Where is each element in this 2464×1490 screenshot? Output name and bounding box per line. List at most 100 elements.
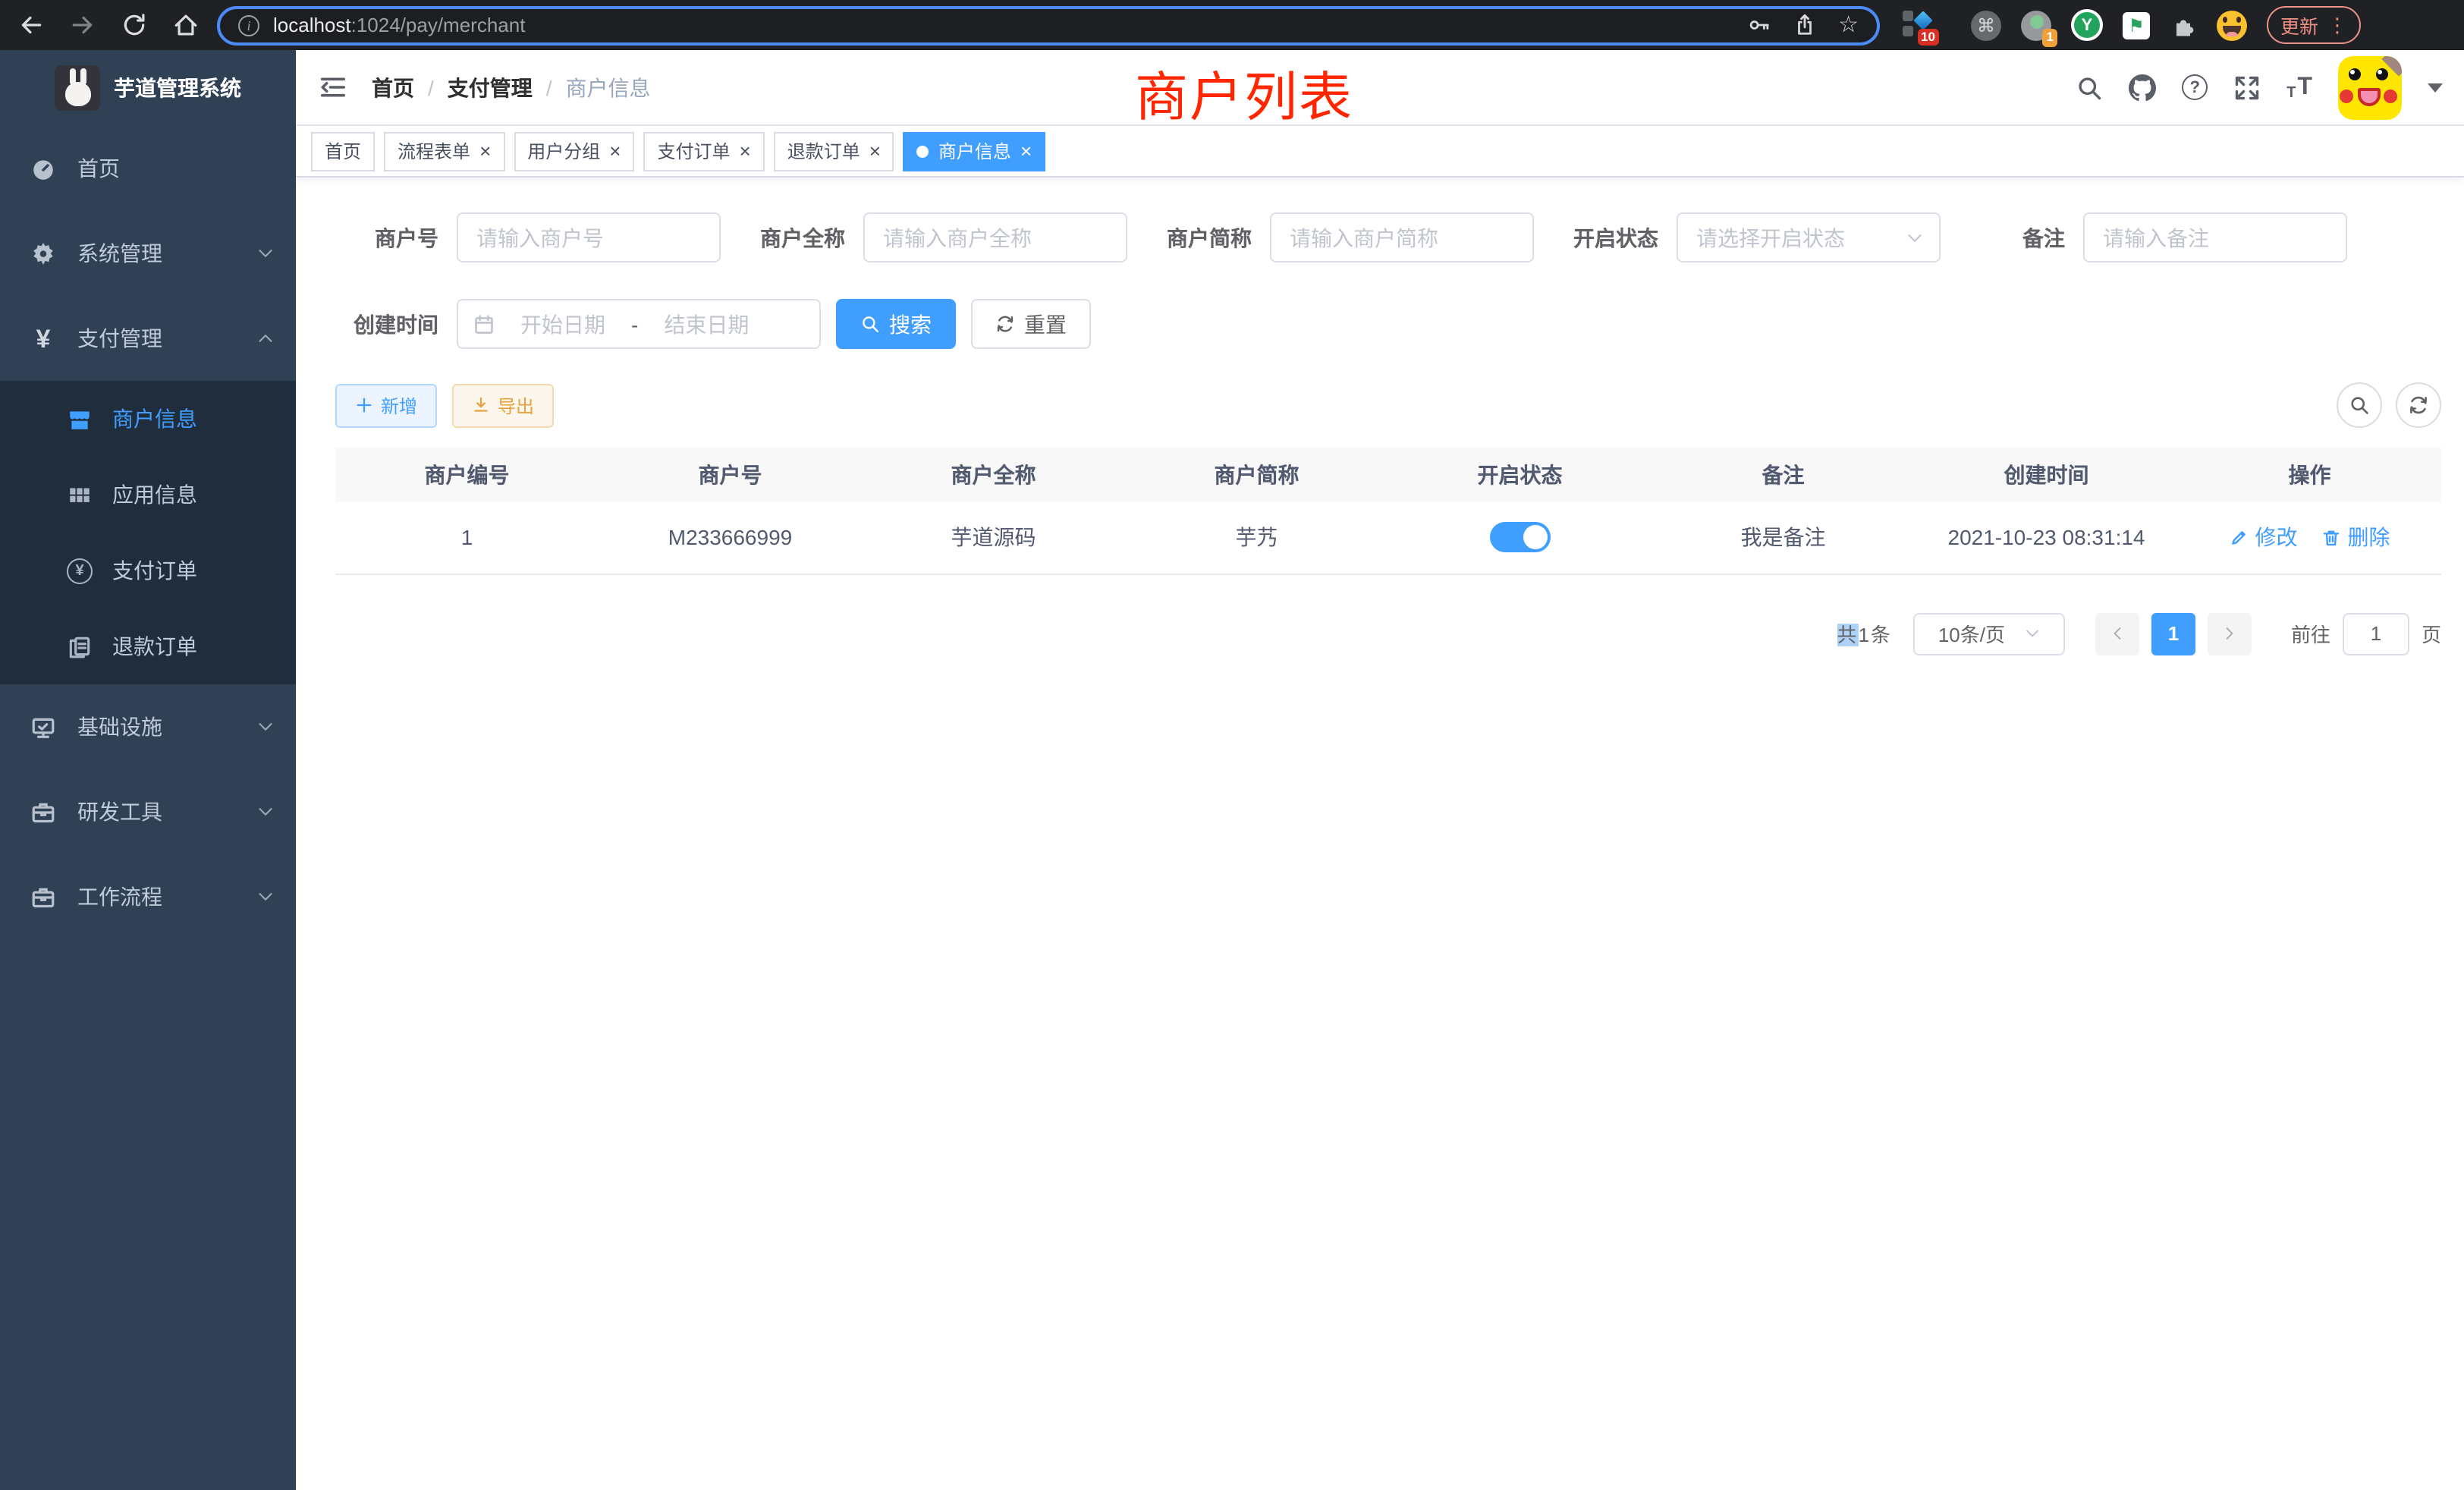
address-bar[interactable]: i localhost:1024/pay/merchant ☆ — [217, 5, 1880, 45]
cell-status — [1388, 502, 1652, 574]
full-name-input[interactable] — [863, 212, 1127, 262]
refresh-icon — [2408, 395, 2429, 416]
user-avatar[interactable] — [2338, 55, 2402, 119]
start-date-input[interactable] — [505, 312, 621, 336]
sidebar-item-label: 系统管理 — [77, 238, 162, 269]
store-icon — [67, 406, 93, 432]
tiles-extension-icon[interactable]: 10 — [1903, 11, 1931, 39]
search-icon[interactable] — [2076, 74, 2103, 101]
command-extension-icon[interactable]: ⌘ — [1971, 10, 2001, 40]
sidebar-item-home[interactable]: 首页 — [0, 126, 296, 211]
fullscreen-icon[interactable] — [2233, 74, 2261, 101]
cell-create-time: 2021-10-23 08:31:14 — [1915, 502, 2178, 574]
remark-label: 备注 — [1962, 222, 2083, 253]
refresh-table-button[interactable] — [2396, 382, 2441, 428]
extension-badge-1: 1 — [2043, 29, 2057, 46]
goto-label: 前往 — [2291, 619, 2330, 648]
recorder-extension-icon[interactable]: 1 — [2021, 10, 2051, 40]
font-size-icon[interactable]: TT — [2286, 74, 2312, 101]
sidebar-item-pay-order[interactable]: ¥ 支付订单 — [0, 533, 296, 608]
create-time-range-picker[interactable]: - — [457, 299, 821, 349]
tab-home[interactable]: 首页 — [311, 131, 375, 171]
delete-link[interactable]: 删除 — [2322, 523, 2390, 553]
briefcase-icon — [30, 884, 56, 910]
chevron-down-icon — [256, 718, 275, 736]
next-page-button[interactable] — [2208, 612, 2252, 655]
browser-menu-icon[interactable]: ⋮ — [2327, 13, 2347, 37]
help-icon[interactable]: ? — [2182, 74, 2208, 100]
sidebar-item-merchant-info[interactable]: 商户信息 — [0, 381, 296, 457]
merchant-no-input[interactable] — [457, 212, 721, 262]
close-icon[interactable]: × — [740, 141, 751, 161]
export-button[interactable]: 导出 — [452, 383, 554, 427]
browser-home-icon[interactable] — [173, 12, 199, 38]
calendar-icon — [473, 313, 495, 335]
col-short-name: 商户简称 — [1125, 448, 1388, 502]
password-key-icon[interactable] — [1747, 14, 1770, 36]
sidebar-item-payment[interactable]: ¥ 支付管理 — [0, 296, 296, 381]
sidebar-item-dev-tools[interactable]: 研发工具 — [0, 769, 296, 854]
goto-page-input[interactable] — [2343, 612, 2409, 655]
page-1-button[interactable]: 1 — [2151, 612, 2195, 655]
breadcrumb-home[interactable]: 首页 — [372, 72, 414, 102]
sidebar-item-system[interactable]: 系统管理 — [0, 211, 296, 296]
tab-refund-order[interactable]: 退款订单× — [774, 131, 894, 171]
profile-emoji-icon[interactable] — [2217, 10, 2247, 40]
show-search-button[interactable] — [2337, 382, 2382, 428]
y-extension-icon[interactable]: Y — [2071, 9, 2103, 41]
browser-reload-icon[interactable] — [121, 12, 147, 38]
edit-link[interactable]: 修改 — [2230, 523, 2298, 553]
bookmark-star-icon[interactable]: ☆ — [1838, 14, 1859, 36]
user-menu-caret-icon[interactable] — [2428, 83, 2443, 92]
sidebar-item-infrastructure[interactable]: 基础设施 — [0, 684, 296, 769]
tile-diamond — [1913, 11, 1932, 30]
close-icon[interactable]: × — [479, 141, 491, 161]
flag-extension-icon[interactable]: ⚑ — [2123, 11, 2150, 39]
reset-button[interactable]: 重置 — [971, 299, 1091, 349]
sidebar: 芋道管理系统 首页 系统管理 ¥ 支付管理 商户信息 — [0, 50, 296, 1490]
tab-process-form[interactable]: 流程表单× — [384, 131, 504, 171]
cell-short-name: 芋艿 — [1125, 502, 1388, 574]
status-select[interactable]: 请选择开启状态 — [1677, 212, 1941, 262]
tab-pay-order[interactable]: 支付订单× — [643, 131, 764, 171]
plus-icon — [355, 396, 373, 414]
tile-square-bottom — [1903, 26, 1913, 36]
chevron-down-icon — [256, 888, 275, 906]
extensions-puzzle-icon[interactable] — [2170, 11, 2197, 39]
site-info-icon[interactable]: i — [238, 14, 259, 36]
sidebar-item-app-info[interactable]: 应用信息 — [0, 457, 296, 533]
page-size-select[interactable]: 10条/页 — [1913, 612, 2065, 655]
tab-merchant-info[interactable]: 商户信息× — [904, 131, 1045, 171]
share-icon[interactable] — [1793, 14, 1815, 36]
prev-page-button[interactable] — [2095, 612, 2139, 655]
search-form-row-2: 创建时间 - 搜索 重置 — [335, 299, 2441, 349]
remark-input[interactable] — [2083, 212, 2347, 262]
breadcrumb-payment[interactable]: 支付管理 — [448, 72, 533, 102]
extension-icons: 10 ⌘ 1 Y ⚑ — [1903, 9, 2247, 41]
active-tab-dot — [917, 145, 929, 157]
status-toggle[interactable] — [1490, 523, 1551, 553]
logo-rabbit-avatar — [55, 65, 100, 111]
github-icon[interactable] — [2129, 74, 2156, 101]
cell-id: 1 — [335, 502, 599, 574]
collapse-sidebar-icon[interactable] — [319, 73, 347, 102]
url-text[interactable]: localhost:1024/pay/merchant — [273, 14, 525, 36]
close-icon[interactable]: × — [609, 141, 621, 161]
breadcrumb-separator: / — [428, 75, 434, 99]
close-icon[interactable]: × — [1020, 141, 1032, 161]
browser-forward-icon[interactable] — [70, 12, 96, 38]
monitor-icon — [30, 714, 56, 740]
chrome-update-button[interactable]: 更新 ⋮ — [2267, 6, 2361, 44]
add-button[interactable]: 新增 — [335, 383, 437, 427]
search-button[interactable]: 搜索 — [836, 299, 956, 349]
browser-back-icon[interactable] — [18, 12, 44, 38]
sidebar-item-workflow[interactable]: 工作流程 — [0, 854, 296, 939]
end-date-input[interactable] — [649, 312, 764, 336]
page-unit-label: 页 — [2422, 619, 2441, 648]
tab-user-group[interactable]: 用户分组× — [514, 131, 634, 171]
app-logo[interactable]: 芋道管理系统 — [0, 50, 296, 126]
close-icon[interactable]: × — [869, 141, 881, 161]
short-name-input[interactable] — [1270, 212, 1534, 262]
search-icon — [860, 314, 880, 334]
sidebar-item-refund-order[interactable]: 退款订单 — [0, 608, 296, 684]
